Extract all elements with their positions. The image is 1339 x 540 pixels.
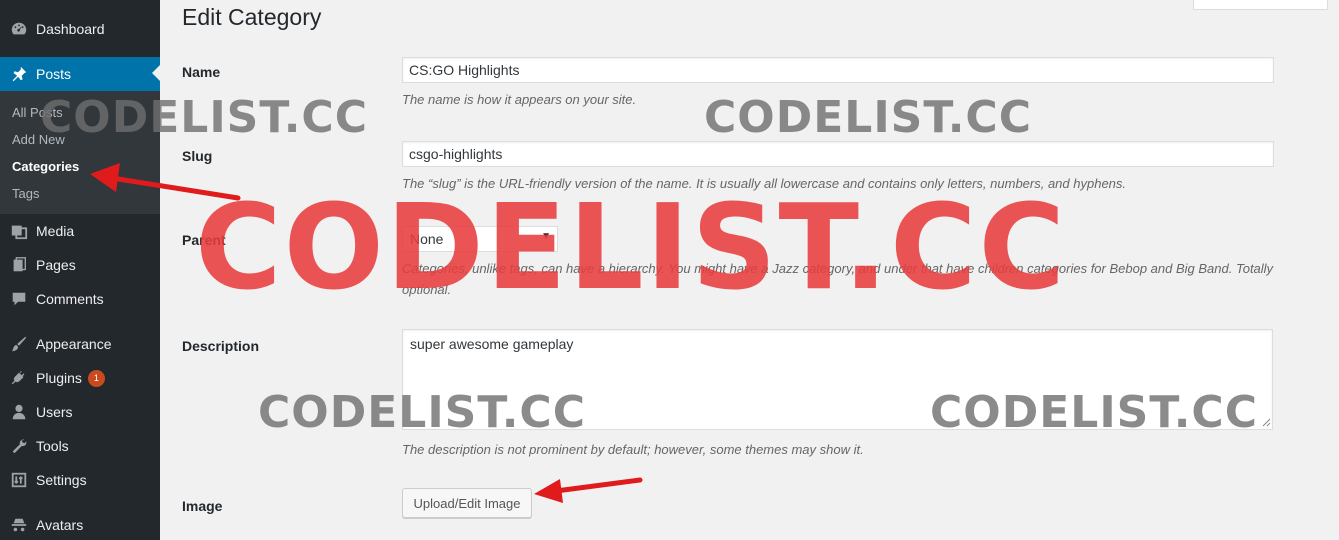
- menu-label: Users: [36, 404, 73, 420]
- menu-label: Settings: [36, 472, 87, 488]
- menu-dashboard[interactable]: Dashboard: [0, 12, 160, 46]
- users-icon: [9, 402, 29, 422]
- update-count-badge: 1: [87, 369, 105, 387]
- slug-label: Slug: [182, 148, 213, 164]
- slug-field[interactable]: [402, 141, 1274, 167]
- menu-comments[interactable]: Comments: [0, 282, 160, 316]
- menu-label: Tools: [36, 438, 69, 454]
- media-icon: [9, 221, 29, 241]
- menu-users[interactable]: Users: [0, 395, 160, 429]
- menu-media[interactable]: Media: [0, 214, 160, 248]
- pages-icon: [9, 255, 29, 275]
- menu-tools[interactable]: Tools: [0, 429, 160, 463]
- name-field[interactable]: [402, 57, 1274, 83]
- image-label: Image: [182, 498, 223, 514]
- menu-posts[interactable]: Posts: [0, 57, 160, 91]
- menu-label: Comments: [36, 291, 104, 307]
- menu-pages[interactable]: Pages: [0, 248, 160, 282]
- plug-icon: [9, 368, 29, 388]
- menu-plugins[interactable]: Plugins 1: [0, 361, 160, 395]
- submenu-categories[interactable]: Categories: [12, 159, 79, 174]
- arrow-to-upload-button: [534, 477, 643, 503]
- page-title: Edit Category: [182, 4, 322, 30]
- comments-icon: [9, 289, 29, 309]
- menu-appearance[interactable]: Appearance: [0, 327, 160, 361]
- active-indicator: [152, 65, 160, 81]
- menu-label: Dashboard: [36, 21, 105, 37]
- description-label: Description: [182, 338, 260, 354]
- menu-label: Avatars: [36, 517, 84, 533]
- spy-icon: [9, 515, 29, 535]
- menu-label: Pages: [36, 257, 76, 273]
- admin-sidebar: Dashboard Posts All Posts Add New Catego…: [0, 0, 160, 540]
- menu-label: Posts: [36, 66, 72, 82]
- upload-edit-image-button[interactable]: Upload/Edit Image: [402, 488, 532, 518]
- watermark-text: CODELIST.CC: [40, 92, 369, 143]
- dashboard-icon: [9, 19, 29, 39]
- brush-icon: [9, 334, 29, 354]
- watermark-large-text: CODELIST.CC: [195, 178, 1068, 316]
- description-help-text: The description is not prominent by defa…: [402, 442, 864, 457]
- menu-settings[interactable]: Settings: [0, 463, 160, 497]
- submenu-tags[interactable]: Tags: [12, 186, 39, 201]
- pin-icon: [9, 64, 29, 84]
- watermark-text: CODELIST.CC: [704, 92, 1033, 143]
- wrench-icon: [9, 436, 29, 456]
- resize-grip-icon[interactable]: [1261, 417, 1271, 427]
- menu-avatars[interactable]: Avatars: [0, 508, 160, 540]
- name-label: Name: [182, 64, 221, 80]
- settings-icon: [9, 470, 29, 490]
- watermark-text: CODELIST.CC: [930, 387, 1259, 438]
- name-help-text: The name is how it appears on your site.: [402, 92, 637, 107]
- menu-label: Plugins: [36, 370, 82, 386]
- screen-options-tab[interactable]: [1193, 0, 1328, 10]
- menu-label: Appearance: [36, 336, 112, 352]
- menu-label: Media: [36, 223, 75, 239]
- watermark-text: CODELIST.CC: [258, 387, 587, 438]
